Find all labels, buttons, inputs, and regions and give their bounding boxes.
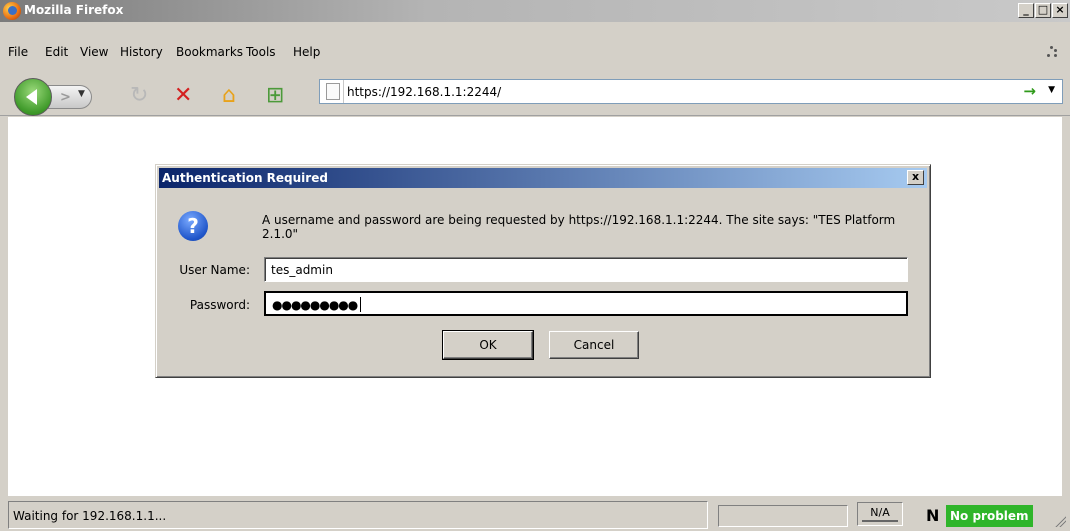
- forward-button[interactable]: > ▼: [48, 85, 92, 109]
- cancel-button[interactable]: Cancel: [549, 331, 639, 359]
- minimize-button[interactable]: _: [1018, 3, 1034, 18]
- password-value: ●●●●●●●●●: [272, 298, 358, 312]
- menu-tools[interactable]: Tools: [246, 45, 276, 59]
- firefox-icon: [3, 2, 21, 20]
- status-text-panel: Waiting for 192.168.1.1...: [8, 501, 708, 529]
- username-field[interactable]: tes_admin: [264, 257, 908, 282]
- menu-help[interactable]: Help: [293, 45, 320, 59]
- auth-dialog: Authentication Required x ? A username a…: [155, 164, 931, 378]
- question-icon: ?: [178, 211, 208, 241]
- text-caret: [360, 297, 361, 312]
- dialog-title: Authentication Required: [162, 171, 328, 185]
- url-separator: [343, 80, 344, 103]
- back-button[interactable]: [14, 78, 52, 116]
- menu-file[interactable]: File: [8, 45, 28, 59]
- progress-panel: [718, 505, 848, 527]
- ok-button[interactable]: OK: [442, 330, 534, 360]
- reload-icon[interactable]: ↻: [130, 83, 148, 109]
- loading-throbber-icon: [1046, 46, 1058, 58]
- password-label: Password:: [189, 298, 250, 312]
- maximize-button[interactable]: □: [1035, 3, 1051, 18]
- menu-view[interactable]: View: [80, 45, 108, 59]
- menu-bar: File Edit View History Bookmarks Tools H…: [0, 41, 1070, 63]
- url-dropdown-icon[interactable]: ▼: [1048, 85, 1055, 95]
- status-text: Waiting for 192.168.1.1...: [13, 509, 167, 523]
- username-value: tes_admin: [271, 263, 333, 277]
- stop-icon[interactable]: ✕: [174, 83, 192, 109]
- url-text[interactable]: https://192.168.1.1:2244/: [347, 85, 501, 99]
- window-title: Mozilla Firefox: [24, 3, 124, 17]
- dialog-title-bar: Authentication Required x: [159, 168, 927, 188]
- username-label: User Name:: [179, 263, 250, 277]
- go-arrow-icon[interactable]: →: [1023, 82, 1036, 100]
- dialog-message: A username and password are being reques…: [262, 213, 896, 241]
- dialog-close-button[interactable]: x: [907, 170, 924, 185]
- password-field[interactable]: ●●●●●●●●●: [264, 291, 908, 316]
- url-bar[interactable]: https://192.168.1.1:2244/ → ▼: [319, 79, 1063, 104]
- menu-edit[interactable]: Edit: [45, 45, 68, 59]
- na-indicator: N/A: [857, 502, 903, 526]
- no-problem-badge[interactable]: No problem: [946, 505, 1033, 527]
- home-icon[interactable]: ⌂: [222, 83, 236, 109]
- noscript-n-icon[interactable]: N: [926, 506, 939, 525]
- menu-history[interactable]: History: [120, 45, 163, 59]
- close-window-button[interactable]: ×: [1052, 3, 1068, 18]
- resize-grip-icon[interactable]: [1054, 515, 1066, 527]
- forward-arrow-icon: >: [60, 90, 71, 105]
- page-icon: [326, 83, 340, 100]
- history-dropdown-icon[interactable]: ▼: [78, 89, 85, 99]
- new-tab-icon[interactable]: ⊞: [266, 83, 284, 109]
- menu-bookmarks[interactable]: Bookmarks: [176, 45, 243, 59]
- window-title-bar: Mozilla Firefox _ □ ×: [0, 0, 1070, 22]
